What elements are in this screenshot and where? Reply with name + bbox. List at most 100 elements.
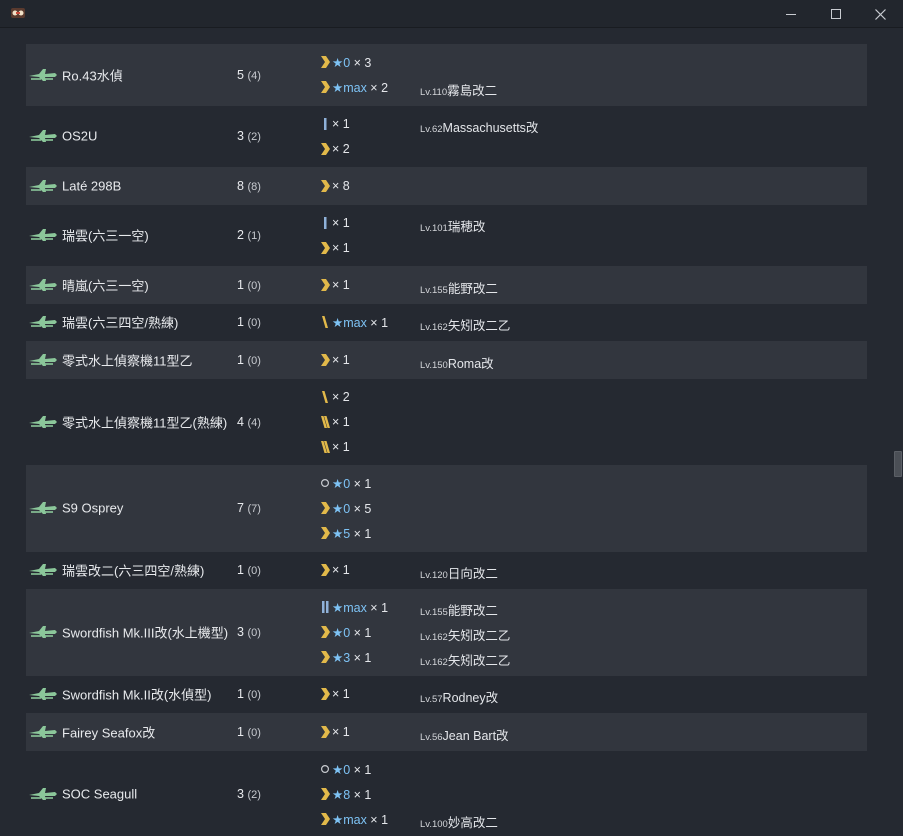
equipment-count: 3 (2) xyxy=(237,787,261,801)
equipment-row[interactable]: 瑞雲改二(六三四空/熟練) 1 (0) × 1 Lv.120日向改二 xyxy=(26,552,867,590)
chevron-icon xyxy=(321,626,330,639)
equipment-row[interactable]: 瑞雲(六三一空) 2 (1) × 1 Lv.101瑞穂改 × 1 xyxy=(26,205,867,267)
equipment-row[interactable]: 零式水上偵察機11型乙(熟練) 4 (4) × 2 × 1 × 1 xyxy=(26,379,867,466)
entry-text: × 2 xyxy=(332,142,350,156)
improvement-level: ★8 xyxy=(332,787,351,802)
chevron-icon xyxy=(321,564,330,577)
proficiency-entry: × 2 xyxy=(319,387,859,407)
equipment-name: Swordfish Mk.III改(水上機型) xyxy=(62,625,229,641)
equipment-row[interactable]: SOC Seagull 3 (2) ★0 × 1 ★8 × 1 ★max × 1… xyxy=(26,751,867,836)
equipment-row[interactable]: Fairey Seafox改 1 (0) × 1 Lv.56Jean Bart改 xyxy=(26,713,867,751)
maximize-icon xyxy=(830,9,841,19)
double-bar-icon xyxy=(322,601,329,614)
entry-quantity: × 1 xyxy=(332,116,350,131)
total-count: 3 xyxy=(237,786,248,801)
chevron-icon xyxy=(321,353,330,366)
proficiency-entry: × 1 Lv.155能野改二 xyxy=(319,275,859,296)
ship-level: Lv.57 xyxy=(420,694,443,706)
seaplane-icon xyxy=(29,415,57,428)
equipped-ship: Lv.110霧島改二 xyxy=(420,80,497,99)
improvement-level: ★5 xyxy=(332,527,351,542)
ship-level: Lv.101 xyxy=(420,222,448,234)
chevron-icon xyxy=(321,812,330,825)
minimize-button[interactable] xyxy=(768,0,813,28)
ship-level: Lv.162 xyxy=(420,632,448,644)
ship-name: 霧島改二 xyxy=(447,84,498,99)
equipment-name: 晴嵐(六三一空) xyxy=(62,278,149,294)
unequipped-count: (0) xyxy=(247,354,261,367)
seaplane-icon xyxy=(29,688,57,701)
circle-icon xyxy=(320,764,330,773)
total-count: 1 xyxy=(237,563,248,578)
ship-level: Lv.155 xyxy=(420,284,448,296)
equipment-row[interactable]: S9 Osprey 7 (7) ★0 × 1 ★0 × 5 ★5 × 1 xyxy=(26,465,867,552)
equipment-row[interactable]: Swordfish Mk.II改(水偵型) 1 (0) × 1 Lv.57Rod… xyxy=(26,676,867,714)
entry-quantity: × 5 xyxy=(350,502,372,517)
entry-text: ★8 × 1 xyxy=(332,787,371,802)
equipped-ship: Lv.162矢矧改二乙 xyxy=(420,625,510,644)
equipment-row[interactable]: 晴嵐(六三一空) 1 (0) × 1 Lv.155能野改二 xyxy=(26,266,867,304)
proficiency-entry: × 8 xyxy=(319,176,859,196)
ship-level: Lv.120 xyxy=(420,570,448,582)
equipment-count: 2 (1) xyxy=(237,228,261,242)
unequipped-count: (0) xyxy=(247,279,261,292)
equipment-row[interactable]: OS2U 3 (2) × 1 Lv.62Massachusetts改 × 2 xyxy=(26,106,867,168)
equipment-row[interactable]: Swordfish Mk.III改(水上機型) 3 (0) ★max × 1 L… xyxy=(26,589,867,676)
proficiency-entry: ★0 × 1 Lv.162矢矧改二乙 xyxy=(319,622,859,644)
chevron-icon xyxy=(321,142,330,155)
improvement-level: ★0 xyxy=(332,626,351,641)
entry-text: ★0 × 3 xyxy=(332,55,371,70)
ship-level: Lv.110 xyxy=(420,87,448,99)
equipment-name: Laté 298B xyxy=(62,178,122,194)
equipment-row[interactable]: Laté 298B 8 (8) × 8 xyxy=(26,167,867,205)
equipment-list-view: Ro.43水偵 5 (4) ★0 × 3 ★max × 2 Lv.110霧島改二… xyxy=(0,29,903,836)
proficiency-entry: ★max × 2 Lv.110霧島改二 xyxy=(319,77,859,99)
seaplane-list: Ro.43水偵 5 (4) ★0 × 3 ★max × 2 Lv.110霧島改二… xyxy=(26,44,867,836)
total-count: 1 xyxy=(237,315,248,330)
proficiency-entry: ★0 × 1 xyxy=(319,473,859,493)
scrollbar-thumb[interactable] xyxy=(894,451,902,477)
proficiency-entry: × 1 Lv.150Roma改 xyxy=(319,350,859,372)
unequipped-count: (7) xyxy=(247,503,261,516)
equipment-row[interactable]: 零式水上偵察機11型乙 1 (0) × 1 Lv.150Roma改 xyxy=(26,341,867,379)
unequipped-count: (0) xyxy=(247,726,261,739)
equipped-ship: Lv.162矢矧改二乙 xyxy=(420,315,510,334)
proficiency-entry: × 1 xyxy=(319,412,859,432)
double-slash-icon xyxy=(321,415,330,428)
entry-quantity: × 1 xyxy=(332,414,350,429)
entry-quantity: × 1 xyxy=(350,477,372,492)
proficiency-entry: ★max × 1 Lv.100妙高改二 xyxy=(319,809,859,831)
ship-name: Rodney改 xyxy=(442,691,499,706)
entry-quantity: × 1 xyxy=(332,687,350,702)
seaplane-icon xyxy=(29,564,57,577)
proficiency-entry: ★0 × 1 xyxy=(319,759,859,779)
improvement-level: ★0 xyxy=(332,502,351,517)
equipment-name: Swordfish Mk.II改(水偵型) xyxy=(62,687,212,703)
seaplane-icon xyxy=(29,179,57,192)
entry-quantity: × 1 xyxy=(366,601,389,616)
chevron-icon xyxy=(321,241,330,254)
total-count: 1 xyxy=(237,277,248,292)
entry-text: × 1 xyxy=(332,278,350,292)
equipment-row[interactable]: Ro.43水偵 5 (4) ★0 × 3 ★max × 2 Lv.110霧島改二 xyxy=(26,44,867,106)
ship-name: 妙高改二 xyxy=(447,815,498,830)
proficiency-entry: × 1 Lv.57Rodney改 xyxy=(319,684,859,706)
seaplane-icon xyxy=(29,787,57,800)
equipped-ship: Lv.56Jean Bart改 xyxy=(420,725,509,744)
chevron-icon xyxy=(321,787,330,800)
entry-quantity: × 1 xyxy=(332,439,350,454)
seaplane-icon xyxy=(29,316,57,329)
close-button[interactable] xyxy=(858,0,903,28)
entry-text: × 1 xyxy=(332,415,350,429)
maximize-button[interactable] xyxy=(813,0,858,28)
chevron-icon xyxy=(321,56,330,69)
equipped-ship: Lv.120日向改二 xyxy=(420,563,498,582)
equipped-ship: Lv.100妙高改二 xyxy=(420,812,498,831)
ship-level: Lv.162 xyxy=(420,322,448,334)
equipment-row[interactable]: 瑞雲(六三四空/熟練) 1 (0) ★max × 1 Lv.162矢矧改二乙 xyxy=(26,304,867,342)
entry-text: ★max × 2 xyxy=(332,80,388,95)
equipped-ship: Lv.150Roma改 xyxy=(420,353,494,372)
entry-text: × 1 xyxy=(332,117,350,131)
entry-text: × 1 xyxy=(332,353,350,367)
chevron-icon xyxy=(321,278,330,291)
